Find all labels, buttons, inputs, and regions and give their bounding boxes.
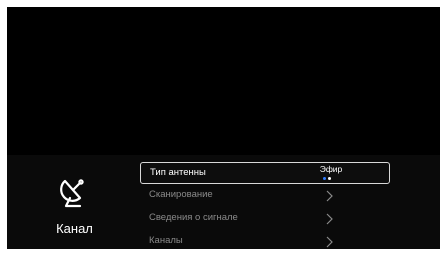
menu-item-label: Сканирование bbox=[149, 189, 213, 200]
menu-item-channels[interactable]: Каналы bbox=[140, 231, 390, 249]
antenna-type-value: Эфир bbox=[319, 164, 343, 174]
chevron-right-icon bbox=[326, 213, 333, 225]
category-label: Канал bbox=[56, 221, 93, 236]
settings-menu-panel: Канал Тип антенны Эфир Сканирование Свед… bbox=[7, 155, 440, 249]
category-channel: Канал bbox=[37, 175, 127, 245]
option-indicator bbox=[323, 177, 339, 181]
menu-item-label: Каналы bbox=[149, 235, 183, 246]
satellite-dish-icon bbox=[60, 179, 84, 208]
option-dot-active bbox=[323, 177, 326, 180]
option-dot bbox=[328, 177, 331, 180]
chevron-right-icon bbox=[326, 236, 333, 248]
menu-item-label: Тип антенны bbox=[150, 167, 206, 178]
menu-item-label: Сведения о сигнале bbox=[149, 212, 238, 223]
tv-screen: Канал Тип антенны Эфир Сканирование Свед… bbox=[7, 7, 440, 249]
menu-item-scanning[interactable]: Сканирование bbox=[140, 185, 390, 207]
video-preview-area bbox=[7, 7, 440, 155]
screenshot-canvas: Канал Тип антенны Эфир Сканирование Свед… bbox=[0, 0, 447, 255]
menu-item-antenna-type[interactable]: Тип антенны Эфир bbox=[140, 162, 390, 184]
chevron-right-icon bbox=[326, 190, 333, 202]
menu-item-signal-info[interactable]: Сведения о сигнале bbox=[140, 208, 390, 230]
